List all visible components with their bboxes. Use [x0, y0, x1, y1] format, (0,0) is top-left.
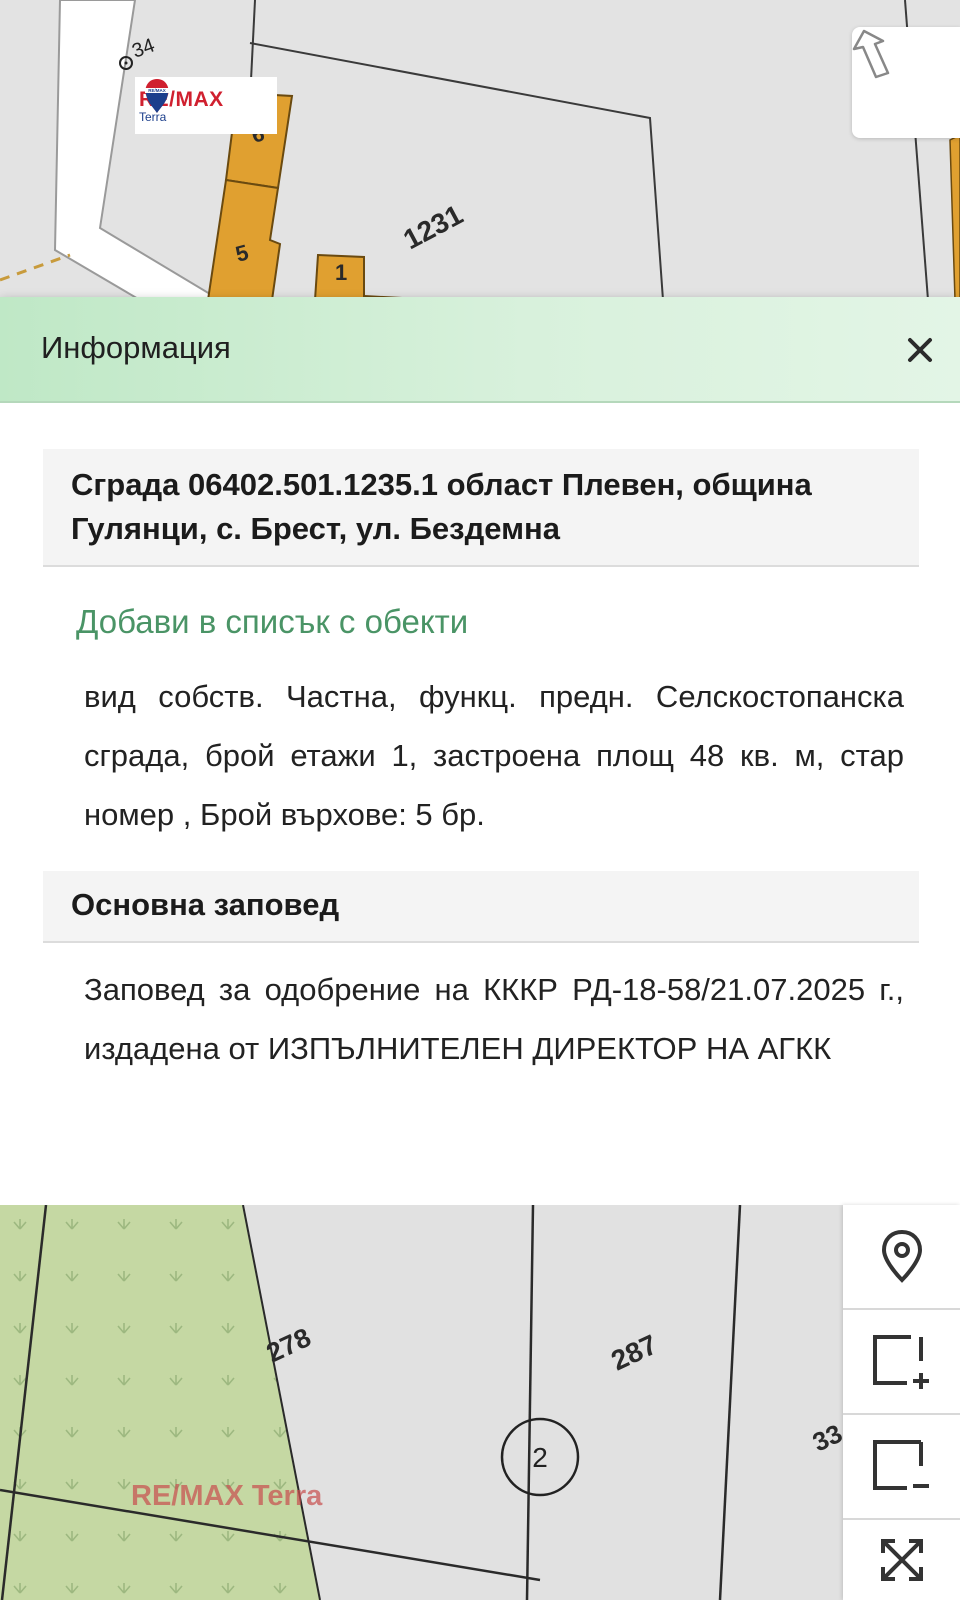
map-toolbar — [843, 1205, 960, 1600]
parcel-287-label: 287 — [606, 1329, 661, 1377]
remove-area-icon — [872, 1439, 929, 1490]
order-text: Заповед за одобрение на КККР РД-18-58/21… — [84, 972, 904, 1066]
object-title: Сграда 06402.501.1235.1 област Плевен, о… — [71, 467, 812, 546]
balloon-text: RE/MAX — [148, 88, 166, 93]
order-title: Основна заповед — [71, 887, 340, 922]
building-1-label: 1 — [335, 260, 347, 285]
close-icon — [908, 338, 932, 362]
panel-header: Информация — [0, 297, 960, 403]
map-top[interactable]: 34 6 5 1 1231 RE/MAX RE/MAX Terra — [0, 0, 960, 300]
add-area-icon — [872, 1334, 929, 1389]
fullscreen-button[interactable] — [843, 1520, 960, 1600]
balloon-icon: RE/MAX — [145, 79, 169, 113]
add-to-list-link[interactable]: Добави в списък с обекти — [76, 603, 468, 641]
parcel-1231-label: 1231 — [398, 199, 468, 256]
fullscreen-icon — [880, 1539, 923, 1581]
close-button[interactable] — [903, 333, 937, 367]
object-header: Сграда 06402.501.1235.1 област Плевен, о… — [43, 449, 919, 567]
watermark: RE/MAX Terra — [131, 1480, 323, 1512]
point-34-label: 34 — [129, 34, 157, 62]
info-panel: Информация Сграда 06402.501.1235.1 облас… — [0, 297, 960, 1215]
map-bottom[interactable]: 278 287 33 2 — [0, 1205, 960, 1600]
location-button[interactable] — [843, 1205, 960, 1310]
circle-2-label: 2 — [532, 1442, 548, 1473]
north-arrow-icon — [852, 29, 890, 79]
order-header: Основна заповед — [43, 871, 919, 943]
add-area-button[interactable] — [843, 1310, 960, 1415]
object-description: вид собств. Частна, функц. предн. Селско… — [84, 679, 904, 832]
panel-title: Информация — [41, 330, 231, 365]
cadastral-map-bottom: 278 287 33 2 — [0, 1205, 847, 1600]
parcel-33-label: 33 — [808, 1418, 847, 1457]
location-pin-icon — [881, 1229, 922, 1283]
remove-area-button[interactable] — [843, 1415, 960, 1520]
cadastral-map-top: 34 6 5 1 1231 — [0, 0, 960, 300]
north-arrow-button[interactable] — [852, 27, 960, 138]
remax-logo: RE/MAX RE/MAX Terra — [135, 77, 277, 134]
